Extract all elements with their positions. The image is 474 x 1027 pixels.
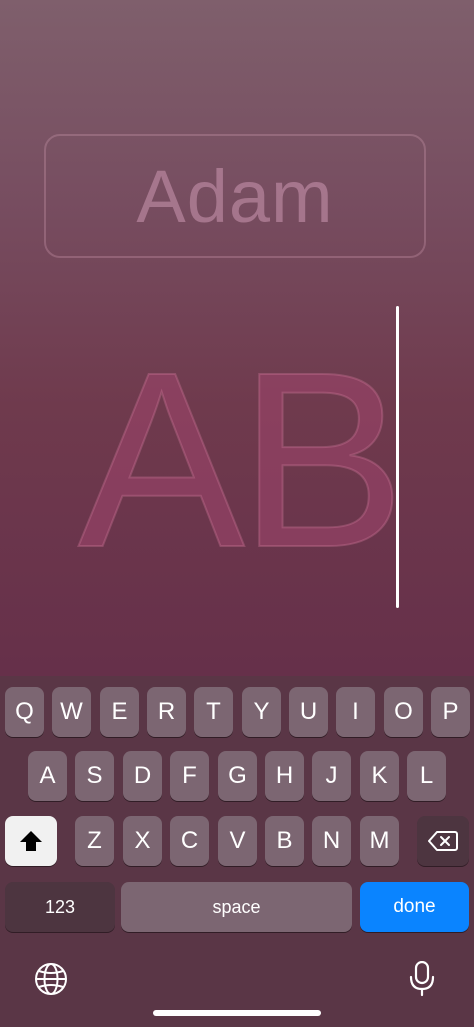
key-g[interactable]: G — [218, 751, 257, 801]
initials-text[interactable]: AB — [77, 334, 407, 586]
dictation-button[interactable] — [404, 961, 440, 997]
key-i[interactable]: I — [336, 687, 375, 737]
initials-editor: Adam AB — [0, 0, 474, 676]
key-w[interactable]: W — [52, 687, 91, 737]
keyboard: Q W E R T Y U I O P A S D F G H J K L Z … — [0, 676, 474, 1027]
key-p[interactable]: P — [431, 687, 470, 737]
key-j[interactable]: J — [312, 751, 351, 801]
globe-icon — [35, 963, 67, 995]
key-x[interactable]: X — [123, 816, 162, 866]
key-l[interactable]: L — [407, 751, 446, 801]
key-f[interactable]: F — [170, 751, 209, 801]
shift-icon — [20, 831, 42, 851]
key-e[interactable]: E — [100, 687, 139, 737]
key-q[interactable]: Q — [5, 687, 44, 737]
space-key[interactable]: space — [121, 882, 352, 932]
home-indicator[interactable] — [153, 1010, 321, 1016]
globe-button[interactable] — [33, 961, 69, 997]
key-n[interactable]: N — [312, 816, 351, 866]
backspace-key[interactable] — [417, 816, 469, 866]
key-b[interactable]: B — [265, 816, 304, 866]
name-text: Adam — [136, 154, 334, 238]
numbers-key[interactable]: 123 — [5, 882, 115, 932]
key-a[interactable]: A — [28, 751, 67, 801]
key-s[interactable]: S — [75, 751, 114, 801]
key-k[interactable]: K — [360, 751, 399, 801]
text-cursor — [396, 306, 399, 608]
key-y[interactable]: Y — [242, 687, 281, 737]
key-u[interactable]: U — [289, 687, 328, 737]
key-m[interactable]: M — [360, 816, 399, 866]
key-v[interactable]: V — [218, 816, 257, 866]
key-c[interactable]: C — [170, 816, 209, 866]
key-r[interactable]: R — [147, 687, 186, 737]
done-button[interactable]: done — [360, 882, 469, 932]
backspace-icon — [428, 831, 458, 851]
key-z[interactable]: Z — [75, 816, 114, 866]
name-field[interactable]: Adam — [44, 134, 426, 258]
key-t[interactable]: T — [194, 687, 233, 737]
shift-key[interactable] — [5, 816, 57, 866]
key-h[interactable]: H — [265, 751, 304, 801]
key-d[interactable]: D — [123, 751, 162, 801]
key-o[interactable]: O — [384, 687, 423, 737]
microphone-icon — [409, 961, 435, 997]
